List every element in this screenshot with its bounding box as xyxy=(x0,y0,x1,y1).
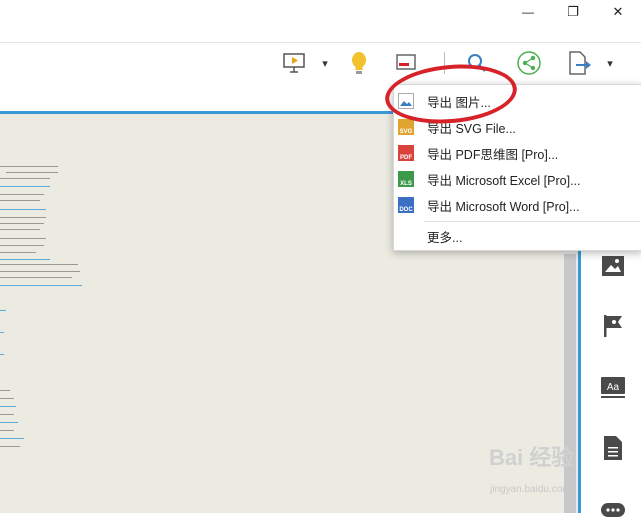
excel-file-icon: XLS xyxy=(398,171,414,187)
chevron-down-icon: ▾ xyxy=(607,57,613,70)
chevron-down-icon: ▾ xyxy=(322,57,328,70)
comment-icon xyxy=(601,503,625,517)
svg-file-icon: SVG xyxy=(398,119,414,135)
export-pdf-item[interactable]: PDF 导出 PDF思维图 [Pro]... xyxy=(394,140,641,166)
flag-icon xyxy=(604,315,622,337)
toolbar: ▾ ▾ xyxy=(0,43,641,83)
close-icon: ✕ xyxy=(612,4,624,19)
presentation-icon xyxy=(283,53,305,73)
presentation-dropdown[interactable]: ▾ xyxy=(318,48,332,78)
export-excel-item[interactable]: XLS 导出 Microsoft Excel [Pro]... xyxy=(394,166,641,192)
image-panel-button[interactable] xyxy=(601,254,625,278)
share-button[interactable] xyxy=(515,48,543,78)
export-more-item[interactable]: 更多... xyxy=(394,223,641,249)
share-icon xyxy=(517,51,541,75)
export-dropdown[interactable]: ▾ xyxy=(603,48,617,78)
close-button[interactable]: ✕ xyxy=(595,0,641,24)
text-style-icon: Aa xyxy=(601,377,625,398)
lightbulb-icon xyxy=(352,52,366,74)
pdf-file-icon: PDF xyxy=(398,145,414,161)
word-file-icon: DOC xyxy=(398,197,414,213)
restore-icon: ❐ xyxy=(567,4,579,19)
image-icon xyxy=(602,256,624,276)
menu-separator xyxy=(424,221,640,222)
notes-panel-button[interactable] xyxy=(601,436,625,460)
title-bar: — ❐ ✕ xyxy=(0,0,641,43)
scrollbar-thumb[interactable] xyxy=(564,254,576,513)
presentation-button[interactable] xyxy=(280,48,308,78)
watermark-url: jingyan.baidu.com xyxy=(490,484,571,495)
document-icon xyxy=(604,436,622,460)
minimize-button[interactable]: — xyxy=(505,0,551,24)
comments-panel-button[interactable] xyxy=(601,496,625,520)
export-icon xyxy=(569,51,591,75)
watermark-brand: Bai 经验 xyxy=(489,445,574,470)
export-word-item[interactable]: DOC 导出 Microsoft Word [Pro]... xyxy=(394,192,641,218)
maximize-button[interactable]: ❐ xyxy=(550,0,596,24)
marker-panel-button[interactable] xyxy=(601,314,625,338)
minimize-icon: — xyxy=(522,5,534,19)
svg-text:Aa: Aa xyxy=(607,382,620,393)
brainstorm-button[interactable] xyxy=(345,48,373,78)
style-panel-button[interactable]: Aa xyxy=(601,376,625,400)
export-button[interactable] xyxy=(565,48,593,78)
